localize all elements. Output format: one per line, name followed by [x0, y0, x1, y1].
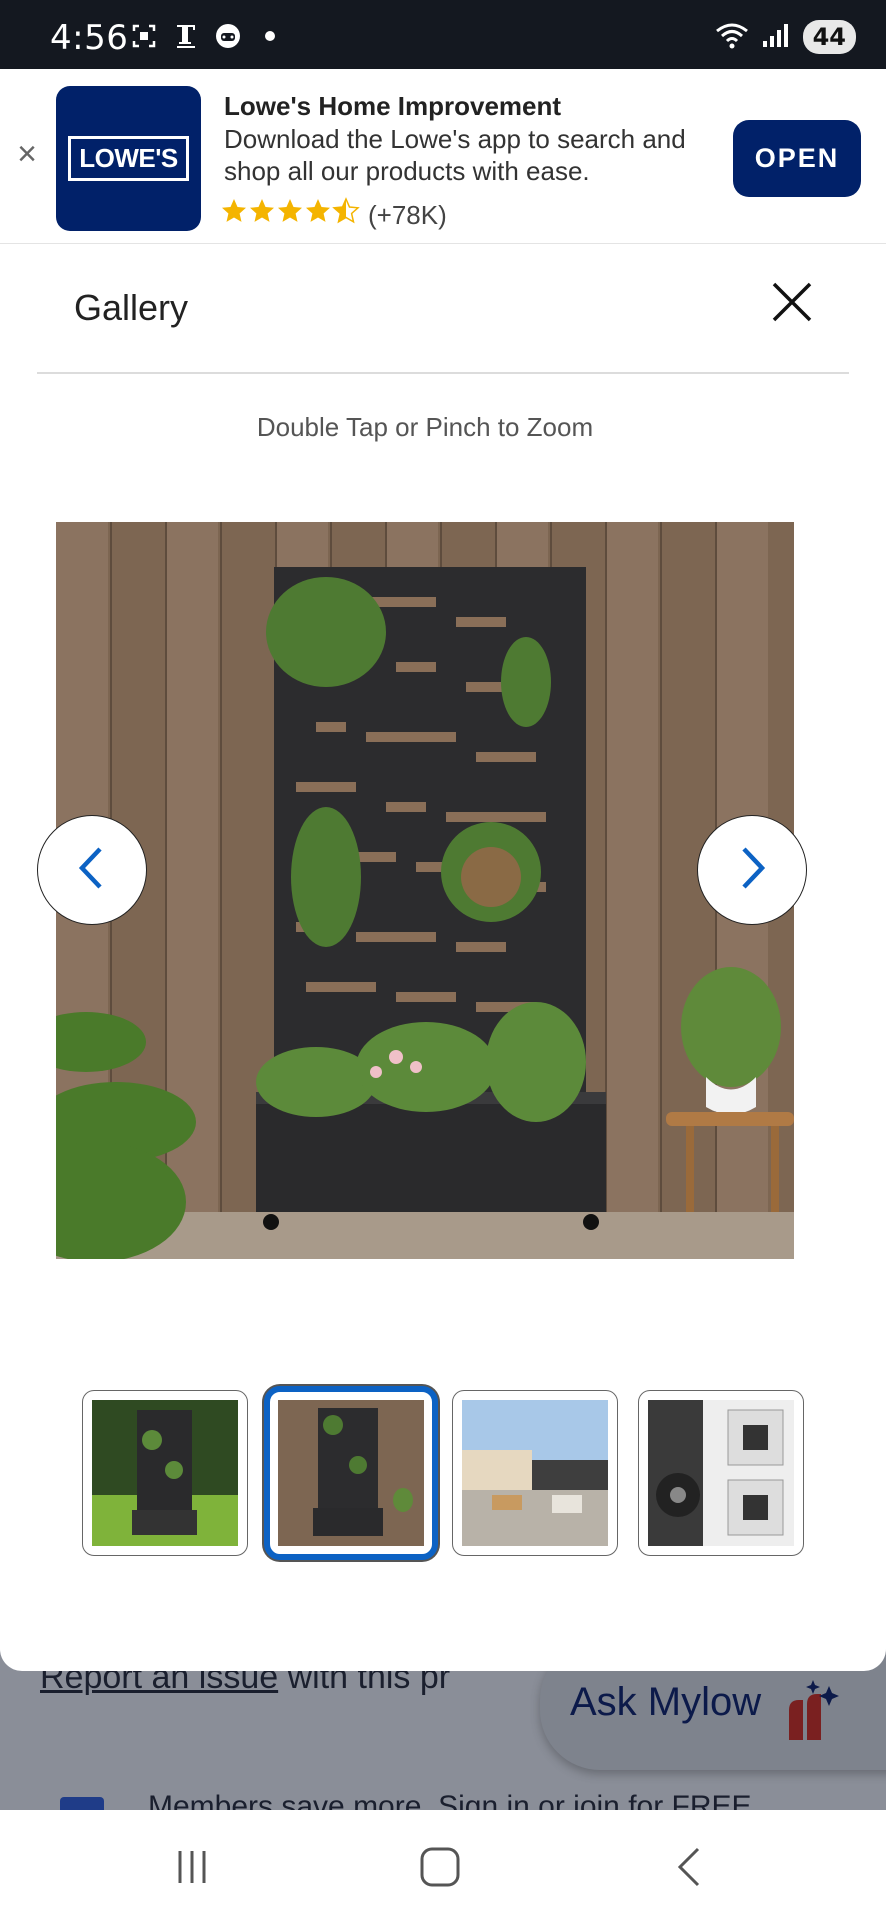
- gallery-modal: Gallery Double Tap or Pinch to Zoom: [0, 244, 886, 1671]
- main-product-image[interactable]: [56, 522, 794, 1259]
- thumbnail-3[interactable]: [452, 1390, 618, 1556]
- close-icon[interactable]: [766, 276, 818, 328]
- rating-stars: [220, 197, 360, 233]
- screenshot-icon: [130, 22, 158, 50]
- lowes-app-logo: LOWE'S: [56, 86, 201, 231]
- rating-count: (+78K): [368, 199, 447, 230]
- previous-image-button[interactable]: [37, 815, 147, 925]
- mylow-sparkle-icon: [783, 1680, 839, 1740]
- battery-indicator: 44: [802, 20, 856, 54]
- chevron-right-icon: [732, 843, 772, 898]
- status-time: 4:56: [50, 18, 129, 58]
- tmobile-play-icon: [172, 22, 200, 50]
- zoom-hint: Double Tap or Pinch to Zoom: [256, 412, 594, 442]
- thumbnail-strip: [82, 1386, 804, 1560]
- next-image-button[interactable]: [697, 815, 807, 925]
- thumbnail-1[interactable]: [82, 1390, 248, 1556]
- game-controller-icon: [214, 22, 242, 50]
- home-icon[interactable]: [410, 1842, 470, 1892]
- dot-icon: [256, 22, 284, 50]
- thumbnail-image: [92, 1400, 238, 1546]
- back-icon[interactable]: [660, 1842, 720, 1892]
- status-system-icons: 44: [715, 20, 856, 54]
- thumbnail-2[interactable]: [264, 1386, 438, 1560]
- banner-description: Download the Lowe's app to search and sh…: [224, 124, 686, 186]
- members-promo-text: Members save more. Sign in or join for F…: [148, 1790, 752, 1810]
- gallery-title: Gallery: [74, 287, 189, 328]
- header-divider: [37, 372, 849, 374]
- recent-apps-icon[interactable]: [162, 1842, 222, 1892]
- wifi-icon: [715, 21, 749, 54]
- status-bar: 4:56 44: [0, 0, 886, 69]
- thumbnail-image: [648, 1400, 794, 1546]
- app-install-banner: × LOWE'S Lowe's Home Improvement Downloa…: [0, 69, 886, 244]
- thumbnail-image: [462, 1400, 608, 1546]
- banner-title: Lowe's Home Improvement: [224, 91, 562, 121]
- thumbnail-image: [278, 1400, 424, 1546]
- app-rating: (+78K): [220, 197, 447, 233]
- logo-text: LOWE'S: [68, 136, 189, 181]
- status-notification-icons: [130, 22, 284, 50]
- banner-close-icon[interactable]: ×: [12, 137, 42, 171]
- signal-icon: [761, 21, 791, 54]
- ask-mylow-label: Ask Mylow: [570, 1680, 762, 1724]
- thumbnail-4[interactable]: [638, 1390, 804, 1556]
- open-app-button[interactable]: OPEN: [733, 120, 861, 197]
- system-nav-bar: [0, 1810, 886, 1920]
- chevron-left-icon: [72, 843, 112, 898]
- members-badge-icon: [60, 1797, 104, 1810]
